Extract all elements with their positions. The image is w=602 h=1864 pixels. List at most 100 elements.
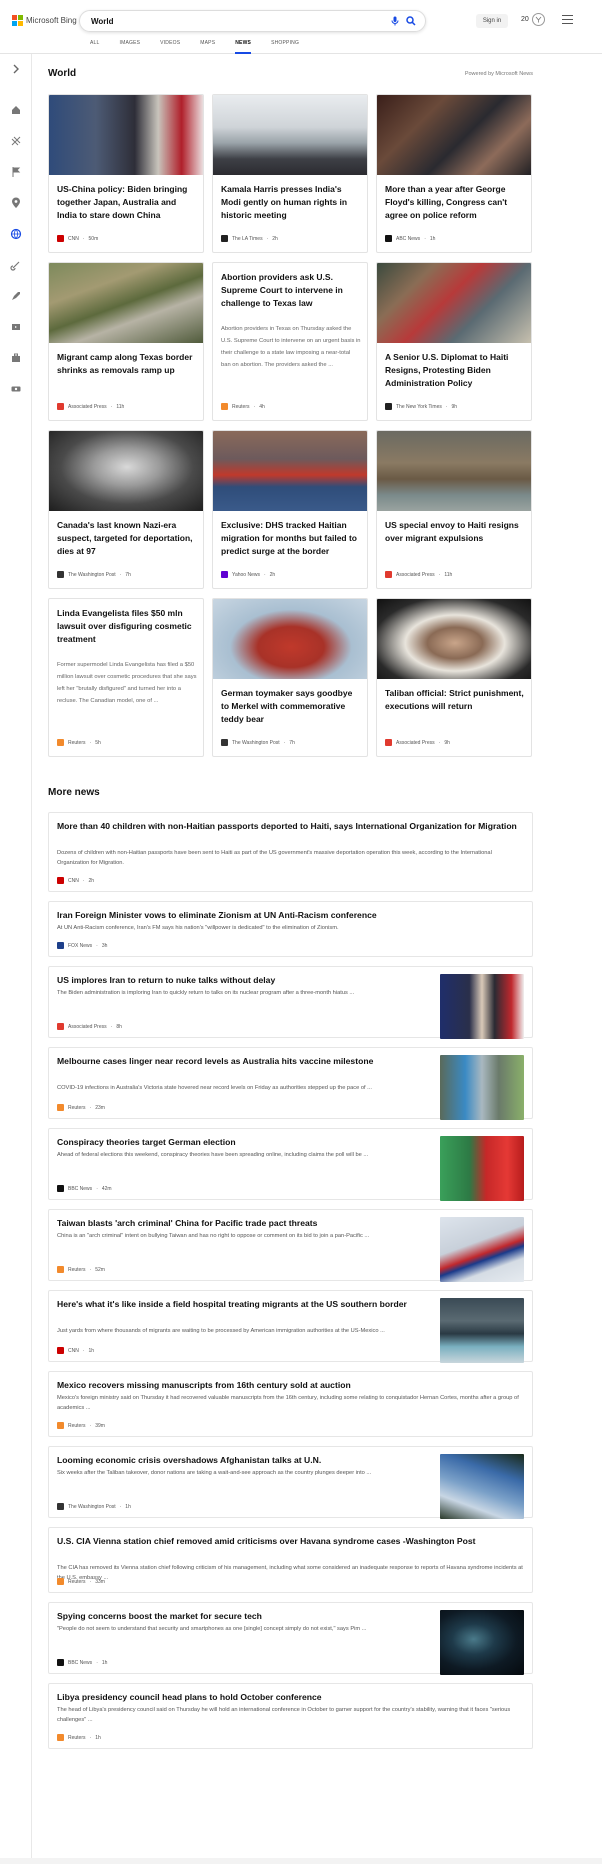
sign-in-button[interactable]: Sign in xyxy=(476,14,508,28)
mic-icon[interactable] xyxy=(389,15,401,27)
separator-dot: · xyxy=(96,1659,98,1666)
news-card[interactable]: Exclusive: DHS tracked Haitian migration… xyxy=(212,430,368,589)
publish-time: 11h xyxy=(444,571,453,578)
publisher-name: Reuters xyxy=(68,1734,86,1741)
news-card-title[interactable]: German toymaker says goodbye to Merkel w… xyxy=(221,687,361,726)
more-news-item[interactable]: Spying concerns boost the market for sec… xyxy=(48,1602,533,1675)
news-card[interactable]: Kamala Harris presses India's Modi gentl… xyxy=(212,94,368,253)
more-news-title[interactable]: Conspiracy theories target German electi… xyxy=(57,1136,427,1149)
news-card[interactable]: US special envoy to Haiti resigns over m… xyxy=(376,430,532,589)
more-news-item[interactable]: Mexico recovers missing manuscripts from… xyxy=(48,1371,533,1437)
more-news-thumbnail[interactable] xyxy=(440,1610,524,1675)
tab-shopping[interactable]: SHOPPING xyxy=(271,40,299,54)
news-card-image[interactable] xyxy=(49,263,203,343)
more-news-title[interactable]: Looming economic crisis overshadows Afgh… xyxy=(57,1454,427,1467)
more-news-item[interactable]: U.S. CIA Vienna station chief removed am… xyxy=(48,1527,533,1593)
news-card-title[interactable]: Exclusive: DHS tracked Haitian migration… xyxy=(221,519,361,558)
more-news-item[interactable]: Melbourne cases linger near record level… xyxy=(48,1047,533,1120)
more-news-item[interactable]: US implores Iran to return to nuke talks… xyxy=(48,966,533,1039)
hamburger-icon[interactable] xyxy=(562,15,573,24)
more-news-item[interactable]: Libya presidency council head plans to h… xyxy=(48,1683,533,1749)
flag-icon[interactable] xyxy=(10,166,22,178)
news-card-title[interactable]: Migrant camp along Texas border shrinks … xyxy=(57,351,197,377)
more-news-thumbnail[interactable] xyxy=(440,1055,524,1120)
news-card-image[interactable] xyxy=(49,431,203,511)
news-card[interactable]: Taliban official: Strict punishment, exe… xyxy=(376,598,532,757)
more-news-item[interactable]: More than 40 children with non-Haitian p… xyxy=(48,812,533,892)
more-news-title[interactable]: Melbourne cases linger near record level… xyxy=(57,1055,427,1068)
more-news-item[interactable]: Looming economic crisis overshadows Afgh… xyxy=(48,1446,533,1519)
news-card-image[interactable] xyxy=(213,599,367,679)
more-news-thumbnail[interactable] xyxy=(440,1136,524,1201)
news-card[interactable]: Canada's last known Nazi-era suspect, ta… xyxy=(48,430,204,589)
news-card-title[interactable]: Canada's last known Nazi-era suspect, ta… xyxy=(57,519,197,558)
news-card[interactable]: Abortion providers ask U.S. Supreme Cour… xyxy=(212,262,368,421)
news-card-title[interactable]: Kamala Harris presses India's Modi gentl… xyxy=(221,183,361,222)
separator-dot: · xyxy=(89,1422,92,1429)
more-news-title[interactable]: More than 40 children with non-Haitian p… xyxy=(57,820,525,833)
more-news-title[interactable]: US implores Iran to return to nuke talks… xyxy=(57,974,427,987)
rocket-icon[interactable] xyxy=(10,290,22,302)
news-card-image[interactable] xyxy=(49,95,203,175)
more-news-title[interactable]: U.S. CIA Vienna station chief removed am… xyxy=(57,1535,525,1548)
entertainment-icon[interactable] xyxy=(10,321,22,333)
bing-logo[interactable]: Microsoft Bing xyxy=(12,15,77,26)
news-card-image[interactable] xyxy=(377,431,531,511)
location-icon[interactable] xyxy=(10,197,22,209)
more-news-item[interactable]: Conspiracy theories target German electi… xyxy=(48,1128,533,1201)
home-icon[interactable] xyxy=(10,104,22,116)
news-card-source: The LA Times · 2h xyxy=(221,235,278,242)
separator-dot: · xyxy=(82,1347,85,1354)
news-card-image[interactable] xyxy=(213,95,367,175)
more-news-title[interactable]: Here's what it's like inside a field hos… xyxy=(57,1298,427,1311)
search-icon[interactable] xyxy=(405,15,417,27)
more-news-item[interactable]: Taiwan blasts 'arch criminal' China for … xyxy=(48,1209,533,1282)
news-card-title[interactable]: Linda Evangelista files $50 mln lawsuit … xyxy=(57,607,197,646)
sports-icon[interactable] xyxy=(10,135,22,147)
more-news-title[interactable]: Libya presidency council head plans to h… xyxy=(57,1691,525,1704)
news-card-title[interactable]: US-China policy: Biden bringing together… xyxy=(57,183,197,222)
tab-news[interactable]: NEWS xyxy=(235,40,252,54)
more-news-title[interactable]: Iran Foreign Minister vows to eliminate … xyxy=(57,909,525,922)
news-card-image[interactable] xyxy=(213,431,367,511)
science-icon[interactable] xyxy=(10,259,22,271)
money-icon[interactable] xyxy=(10,383,22,395)
tab-videos[interactable]: VIDEOS xyxy=(160,40,180,54)
expand-icon[interactable] xyxy=(10,63,22,75)
news-card[interactable]: Linda Evangelista files $50 mln lawsuit … xyxy=(48,598,204,757)
news-card-title[interactable]: Abortion providers ask U.S. Supreme Cour… xyxy=(221,271,361,310)
more-news-thumbnail[interactable] xyxy=(440,1454,524,1519)
news-card[interactable]: Migrant camp along Texas border shrinks … xyxy=(48,262,204,421)
business-icon[interactable] xyxy=(10,352,22,364)
news-card-title[interactable]: More than a year after George Floyd's ki… xyxy=(385,183,525,222)
more-news-title[interactable]: Taiwan blasts 'arch criminal' China for … xyxy=(57,1217,427,1230)
news-card[interactable]: More than a year after George Floyd's ki… xyxy=(376,94,532,253)
separator-dot: · xyxy=(438,571,441,578)
news-card-image[interactable] xyxy=(377,263,531,343)
more-news-source: Reuters · 39m xyxy=(57,1422,105,1429)
news-card[interactable]: German toymaker says goodbye to Merkel w… xyxy=(212,598,368,757)
search-input[interactable] xyxy=(91,16,385,26)
rewards-button[interactable]: 20 xyxy=(521,13,545,26)
news-card-image[interactable] xyxy=(377,95,531,175)
more-news-item[interactable]: Iran Foreign Minister vows to eliminate … xyxy=(48,901,533,957)
news-card-title[interactable]: Taliban official: Strict punishment, exe… xyxy=(385,687,525,713)
more-news-title[interactable]: Spying concerns boost the market for sec… xyxy=(57,1610,427,1623)
more-news-title[interactable]: Mexico recovers missing manuscripts from… xyxy=(57,1379,525,1392)
publisher-name: BBC News xyxy=(68,1185,93,1192)
news-card-image[interactable] xyxy=(377,599,531,679)
news-card-title[interactable]: US special envoy to Haiti resigns over m… xyxy=(385,519,525,545)
tab-all[interactable]: ALL xyxy=(90,40,100,54)
publisher-logo-icon xyxy=(57,571,64,578)
tab-images[interactable]: IMAGES xyxy=(120,40,141,54)
tab-maps[interactable]: MAPS xyxy=(200,40,215,54)
world-icon[interactable] xyxy=(10,228,22,240)
more-news-thumbnail[interactable] xyxy=(440,1217,524,1282)
news-card[interactable]: US-China policy: Biden bringing together… xyxy=(48,94,204,253)
more-news-thumbnail[interactable] xyxy=(440,1298,524,1363)
news-card-title[interactable]: A Senior U.S. Diplomat to Haiti Resigns,… xyxy=(385,351,525,390)
more-news-thumbnail[interactable] xyxy=(440,974,524,1039)
more-news-item[interactable]: Here's what it's like inside a field hos… xyxy=(48,1290,533,1363)
publish-time: 50m xyxy=(88,235,99,242)
news-card[interactable]: A Senior U.S. Diplomat to Haiti Resigns,… xyxy=(376,262,532,421)
